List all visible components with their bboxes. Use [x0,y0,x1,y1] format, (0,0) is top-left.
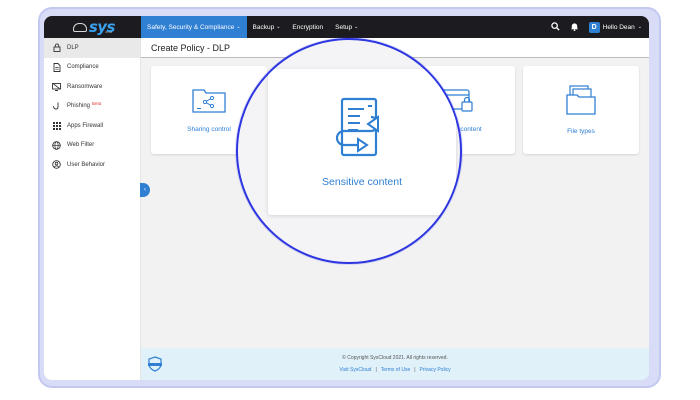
bell-icon[interactable] [570,22,579,33]
sidebar-item-dlp[interactable]: DLP [44,38,140,58]
nav-label: Backup [252,23,275,31]
sidebar: DLP Compliance Ransomware Phishing Beta [44,38,141,380]
lock-icon [52,43,61,53]
nav-label: Safety, Security & Compliance [147,23,235,31]
nav-label: Encryption [292,23,324,31]
sidebar-item-ransomware[interactable]: Ransomware [44,77,140,97]
link-visit-syscloud[interactable]: Visit SysCloud [339,367,371,373]
card-label: Sharing control [187,126,231,133]
link-privacy-policy[interactable]: Privacy Policy [420,367,451,373]
grid-icon [52,121,61,130]
link-terms-of-use[interactable]: Terms of Use [381,367,410,373]
copyright-text: © Copyright SysCloud 2021. All rights re… [342,355,448,361]
sidebar-item-user-behavior[interactable]: User Behavior [44,155,140,175]
separator: | [414,367,416,373]
stage: sys cloud Safety, Security & Compliance … [0,0,700,400]
sidebar-item-label: Apps Firewall [67,122,104,129]
ransomware-icon [52,82,61,91]
sidebar-item-label: DLP [67,44,79,51]
main-nav: Safety, Security & Compliance ⌄ Backup ⌄… [141,16,364,38]
separator: | [375,367,377,373]
nav-setup[interactable]: Setup ⌄ [329,16,364,38]
globe-icon [52,141,61,150]
sidebar-item-label: Compliance [67,64,99,71]
logo-subtext: cloud [104,30,113,34]
chevron-down-icon: ⌄ [236,24,241,30]
magnified-card-label: Sensitive content [322,175,402,188]
nav-encryption[interactable]: Encryption [286,16,329,38]
chevron-down-icon: ⌄ [276,24,281,30]
magnified-card-sensitive-content[interactable]: Sensitive content [268,69,456,215]
top-navbar: sys cloud Safety, Security & Compliance … [44,16,649,38]
files-icon [564,85,598,120]
beta-badge: Beta [92,100,102,106]
chevron-down-icon: ⌄ [354,24,359,30]
user-circle-icon [52,160,61,169]
footer: © Copyright SysCloud 2021. All rights re… [141,348,649,380]
hook-icon [52,102,61,111]
search-icon[interactable] [550,21,560,33]
sidebar-item-label: Ransomware [67,83,103,90]
footer-links: Visit SysCloud | Terms of Use | Privacy … [339,367,450,373]
sidebar-item-label: Phishing [67,103,91,110]
sidebar-item-apps-firewall[interactable]: Apps Firewall [44,116,140,136]
sidebar-item-web-filter[interactable]: Web Filter [44,136,140,156]
nav-label: Setup [335,23,353,31]
share-folder-icon [192,87,226,118]
nav-backup[interactable]: Backup ⌄ [247,16,287,38]
magnifier-overlay: Sensitive content [236,38,462,264]
cloud-icon [72,22,87,32]
document-icon [52,62,61,72]
sidebar-item-compliance[interactable]: Compliance [44,58,140,78]
user-menu[interactable]: D Hello Dean ⌄ [588,21,642,33]
nav-safety-security-compliance[interactable]: Safety, Security & Compliance ⌄ [141,16,247,38]
sensitive-content-icon [334,97,390,164]
syscloud-logo[interactable]: sys cloud [44,16,141,38]
card-file-types[interactable]: File types [523,66,639,154]
topbar-right: D Hello Dean ⌄ [550,21,649,33]
card-label: File types [567,128,595,135]
avatar: D [588,21,600,33]
sidebar-item-label: User Behavior [67,161,106,168]
user-greeting: Hello Dean [602,23,635,31]
sidebar-item-label: Web Filter [67,142,95,149]
shield-badge-icon [147,356,163,372]
chevron-down-icon: ⌄ [637,24,642,30]
sidebar-item-phishing[interactable]: Phishing Beta [44,97,140,117]
